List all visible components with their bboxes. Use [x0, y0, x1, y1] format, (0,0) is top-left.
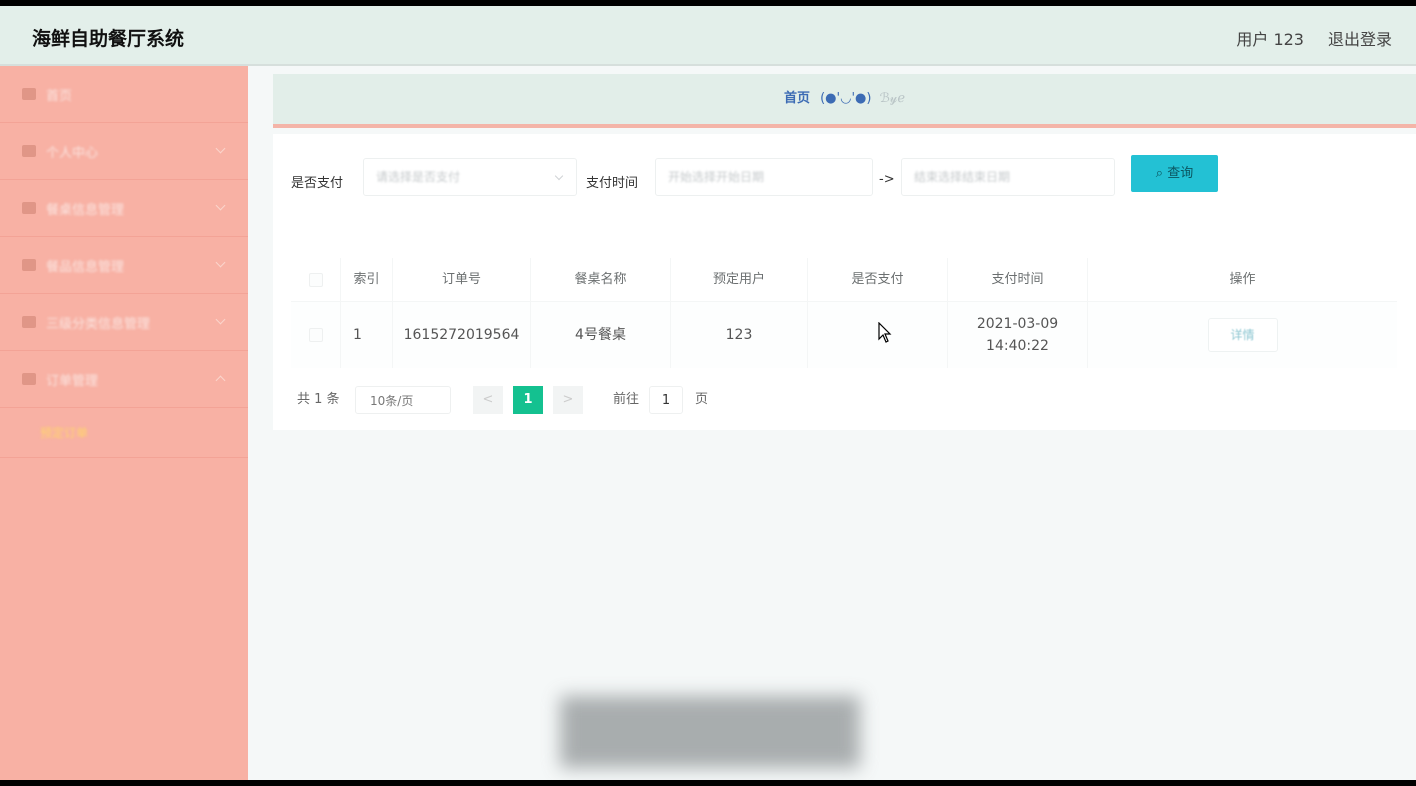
sidebar-item-home[interactable]: 首页 — [0, 66, 248, 123]
search-button-label: 查询 — [1167, 166, 1194, 181]
menu-icon — [22, 259, 36, 271]
sidebar-item-categories[interactable]: 三级分类信息管理 — [0, 294, 248, 351]
pay-time-label: 支付时间 — [586, 176, 639, 191]
pagination: 共 1 条 10条/页 < 1 > 前往 1 页 — [297, 386, 897, 414]
select-all-checkbox[interactable] — [308, 272, 323, 287]
detail-button[interactable]: 详情 — [1207, 318, 1278, 352]
table-row: 1 1615272019564 4号餐桌 123 2021-03-09 14:4… — [291, 302, 1397, 368]
current-user-label: 用户 123 — [1236, 30, 1304, 49]
prev-page-button[interactable]: < — [473, 386, 503, 414]
search-button[interactable]: ⌕ 查询 — [1131, 155, 1218, 192]
table-name-cell: 4号餐桌 — [531, 302, 671, 368]
total-count: 共 1 条 — [297, 392, 340, 407]
logout-link[interactable]: 退出登录 — [1328, 26, 1392, 50]
pay-time-cell: 2021-03-09 14:40:22 — [948, 302, 1088, 368]
page-size-select[interactable]: 10条/页 — [355, 386, 451, 414]
paid-filter-select[interactable]: 请选择是否支付 — [363, 158, 577, 196]
actions-cell: 详情 — [1088, 302, 1397, 368]
goto-label: 前往 — [613, 392, 640, 407]
chevron-up-icon — [215, 375, 226, 386]
paid-filter-label: 是否支付 — [291, 176, 344, 191]
chevron-down-icon — [215, 257, 226, 268]
sidebar-subitem-label: 预定订单 — [40, 426, 89, 440]
goto-page-input[interactable]: 1 — [649, 386, 683, 414]
top-header: 海鲜自助餐厅系统 用户 123 退出登录 — [0, 6, 1416, 66]
app-title: 海鲜自助餐厅系统 — [32, 28, 185, 50]
column-header: 支付时间 — [948, 258, 1088, 301]
sidebar-item-label: 餐桌信息管理 — [46, 202, 125, 218]
end-date-input[interactable]: 结束选择结束日期 — [901, 158, 1115, 196]
category-icon — [22, 316, 36, 328]
blurred-watermark — [560, 696, 860, 768]
start-date-placeholder: 开始选择开始日期 — [668, 170, 765, 184]
home-icon — [22, 88, 36, 100]
sidebar-item-profile[interactable]: 个人中心 — [0, 123, 248, 180]
sidebar-item-label: 餐品信息管理 — [46, 259, 125, 275]
next-page-button[interactable]: > — [553, 386, 583, 414]
bottom-edge — [0, 780, 1416, 786]
sidebar-item-dishes[interactable]: 餐品信息管理 — [0, 237, 248, 294]
page-number-current[interactable]: 1 — [513, 386, 543, 414]
index-cell: 1 — [341, 302, 393, 368]
mouse-cursor-icon — [878, 321, 892, 348]
column-header: 预定用户 — [671, 258, 808, 301]
end-date-placeholder: 结束选择结束日期 — [914, 170, 1011, 184]
user-icon — [22, 145, 36, 157]
search-icon: ⌕ — [1155, 166, 1168, 181]
sidebar-item-tables[interactable]: 餐桌信息管理 — [0, 180, 248, 237]
table-header-row: 索引 订单号 餐桌名称 预定用户 是否支付 支付时间 操作 — [291, 258, 1397, 302]
sidebar-item-label: 订单管理 — [46, 373, 99, 389]
page-unit-label: 页 — [695, 392, 709, 407]
user-cell: 123 — [671, 302, 808, 368]
detail-button-label: 详情 — [1230, 328, 1255, 342]
sidebar-item-label: 三级分类信息管理 — [46, 316, 151, 332]
orders-table: 索引 订单号 餐桌名称 预定用户 是否支付 支付时间 操作 1 16152720… — [291, 258, 1397, 368]
chevron-down-icon — [215, 314, 226, 325]
chevron-down-icon — [554, 171, 564, 181]
breadcrumb-tail: ℬ𝓎ℯ — [879, 91, 906, 106]
order-no-cell: 1615272019564 — [393, 302, 531, 368]
column-header: 订单号 — [393, 258, 531, 301]
column-header: 是否支付 — [808, 258, 948, 301]
sidebar: 首页 个人中心 餐桌信息管理 餐品信息管理 三级分类信息管理 订单管理 预定订单 — [0, 66, 248, 780]
start-date-input[interactable]: 开始选择开始日期 — [655, 158, 873, 196]
sidebar-subitem-reservations[interactable]: 预定订单 — [0, 408, 248, 458]
column-header: 操作 — [1229, 271, 1256, 287]
breadcrumb-home-link[interactable]: 首页 — [784, 91, 810, 106]
column-header: 索引 — [341, 258, 393, 301]
sidebar-item-label: 首页 — [46, 88, 73, 104]
paid-filter-placeholder: 请选择是否支付 — [376, 170, 461, 184]
row-checkbox[interactable] — [308, 328, 323, 342]
date-range-separator: -> — [879, 172, 895, 187]
chevron-down-icon — [215, 143, 226, 154]
select-all-cell — [291, 258, 341, 301]
order-icon — [22, 373, 36, 385]
sidebar-item-orders[interactable]: 订单管理 — [0, 351, 248, 408]
column-header: 餐桌名称 — [531, 258, 671, 301]
main-panel: 是否支付 请选择是否支付 支付时间 开始选择开始日期 -> 结束选择结束日期 ⌕… — [273, 134, 1416, 430]
breadcrumb-face: (●'◡'●) — [820, 91, 872, 106]
chevron-down-icon — [215, 200, 226, 211]
sidebar-item-label: 个人中心 — [46, 145, 99, 161]
app-window: 海鲜自助餐厅系统 用户 123 退出登录 首页 个人中心 餐桌信息管理 餐品信息… — [0, 6, 1416, 780]
breadcrumb: 首页 (●'◡'●) ℬ𝓎ℯ — [273, 74, 1416, 128]
table-icon — [22, 202, 36, 214]
row-select-cell — [291, 302, 341, 368]
